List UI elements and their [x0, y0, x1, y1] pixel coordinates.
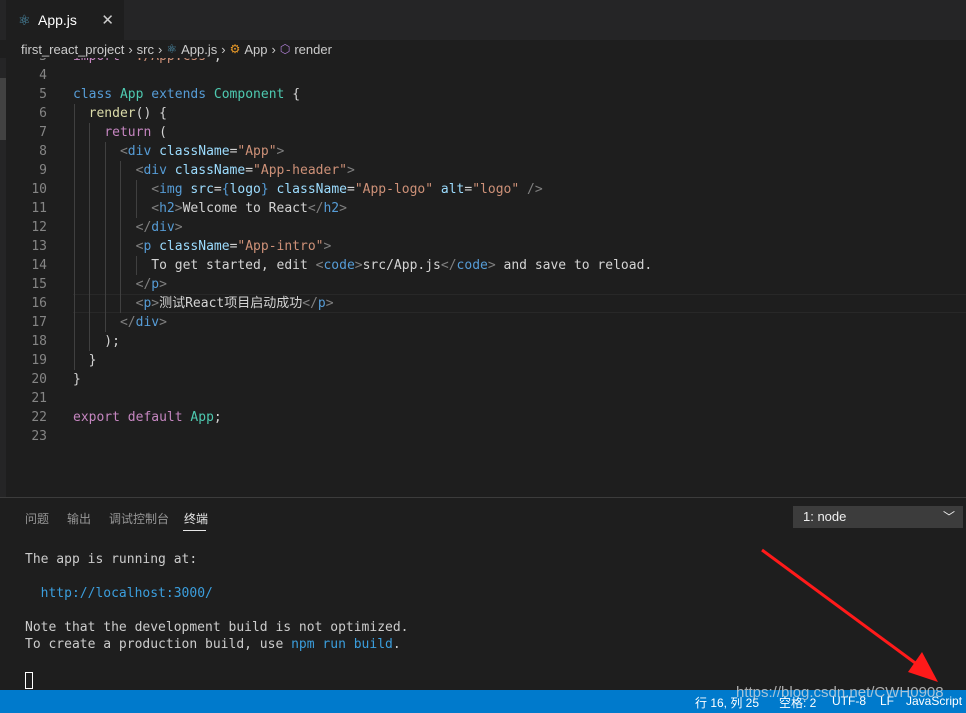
code-text: }	[73, 353, 97, 368]
code-line[interactable]: 10 <img src={logo} className="App-logo" …	[0, 180, 966, 199]
close-icon[interactable]: ✕	[101, 11, 114, 29]
line-number: 19	[31, 353, 47, 368]
tab-problems[interactable]: 问题	[25, 510, 49, 527]
code-text: class App extends Component {	[73, 87, 301, 102]
code-line[interactable]: 4	[0, 66, 966, 85]
tab-bar: ⚛ App.js ✕	[0, 0, 966, 40]
terminal-line: The app is running at:	[25, 552, 198, 567]
code-line[interactable]: 6 render() {	[0, 104, 966, 123]
breadcrumb-class[interactable]: App	[244, 42, 267, 57]
code-text: return (	[104, 125, 167, 140]
code-line[interactable]: 5 class App extends Component {	[0, 85, 966, 104]
breadcrumb: first_react_project › src › ⚛ App.js › ⚙…	[0, 40, 966, 58]
code-line[interactable]: 9 <div className="App-header">	[0, 161, 966, 180]
code-line[interactable]: 16 <p>测试React项目启动成功</p>	[0, 294, 966, 313]
code-text: }	[73, 372, 81, 387]
tab-terminal[interactable]: 终端	[184, 510, 208, 527]
terminal-line: To create a production build, use npm ru…	[25, 637, 401, 652]
chevron-right-icon: ›	[128, 41, 133, 57]
indent-guide	[74, 104, 75, 370]
chevron-down-icon: ﹀	[942, 510, 955, 524]
tab-debug-console[interactable]: 调试控制台	[109, 510, 169, 527]
breadcrumb-src[interactable]: src	[137, 42, 154, 57]
chevron-right-icon: ›	[221, 41, 226, 57]
code-line[interactable]: 19 }	[0, 351, 966, 370]
code-text: export default App;	[73, 410, 222, 425]
bottom-panel: 问题 输出 调试控制台 终端 1: node ﹀ The app is runn…	[0, 497, 966, 690]
code-line[interactable]: 11 <h2>Welcome to React</h2>	[0, 199, 966, 218]
line-number: 21	[31, 391, 47, 406]
chevron-right-icon: ›	[271, 41, 276, 57]
class-icon: ⚙	[229, 42, 241, 56]
code-line[interactable]: 17 </div>	[0, 313, 966, 332]
line-number: 13	[31, 239, 47, 254]
code-line[interactable]: 18 );	[0, 332, 966, 351]
terminal-cursor	[25, 672, 33, 689]
code-line[interactable]: 14 To get started, edit <code>src/App.js…	[0, 256, 966, 275]
indent-guide	[136, 180, 137, 218]
line-number: 14	[31, 258, 47, 273]
line-number: 10	[31, 182, 47, 197]
line-number: 5	[39, 87, 47, 102]
code-text: </div>	[119, 315, 167, 330]
line-number: 11	[31, 201, 47, 216]
code-text: <p className="App-intro">	[135, 239, 332, 254]
code-text: <img src={logo} className="App-logo" alt…	[151, 182, 543, 197]
watermark: https://blog.csdn.net/CWH0908	[736, 684, 944, 701]
breadcrumb-method[interactable]: render	[294, 42, 332, 57]
code-line[interactable]: 15 </p>	[0, 275, 966, 294]
line-number: 9	[39, 163, 47, 178]
code-line[interactable]: 21	[0, 389, 966, 408]
code-text: render() {	[88, 106, 167, 121]
line-number: 3	[0, 58, 47, 66]
code-line[interactable]: 3 import './App.css';	[0, 58, 966, 66]
active-tab-indicator	[183, 530, 206, 531]
code-text: import './App.css';	[73, 58, 222, 66]
indent-guide	[105, 142, 106, 332]
line-number: 12	[31, 220, 47, 235]
code-line[interactable]: 8 <div className="App">	[0, 142, 966, 161]
line-number: 8	[39, 144, 47, 159]
terminal-line: http://localhost:3000/	[40, 586, 213, 601]
code-editor[interactable]: 3 import './App.css'; 4 5 class App extends …	[0, 58, 966, 497]
code-line[interactable]: 12 </div>	[0, 218, 966, 237]
code-text: To get started, edit <code>src/App.js</c…	[73, 258, 653, 273]
line-number: 20	[31, 372, 47, 387]
line-number: 4	[39, 68, 47, 83]
breadcrumb-file[interactable]: App.js	[181, 42, 217, 57]
line-number: 23	[31, 429, 47, 444]
code-line[interactable]: 20}	[0, 370, 966, 389]
code-line[interactable]: 13 <p className="App-intro">	[0, 237, 966, 256]
line-number: 7	[39, 125, 47, 140]
line-number: 18	[31, 334, 47, 349]
code-text: <div className="App-header">	[135, 163, 355, 178]
code-text: );	[73, 334, 120, 349]
line-number: 22	[31, 410, 47, 425]
code-line[interactable]: 7 return (	[0, 123, 966, 142]
terminal-line: Note that the development build is not o…	[25, 620, 409, 635]
line-number: 17	[31, 315, 47, 330]
code-text: <h2>Welcome to React</h2>	[151, 201, 347, 216]
code-text: <p>测试React项目启动成功</p>	[135, 296, 334, 311]
code-line[interactable]: 22 export default App;	[0, 408, 966, 427]
tab-label: App.js	[38, 12, 77, 28]
tab-output[interactable]: 输出	[67, 510, 91, 527]
indent-guide	[120, 161, 121, 313]
tab-app-js[interactable]: ⚛ App.js ✕	[6, 0, 124, 40]
indent-guide	[89, 123, 90, 351]
indent-guide	[136, 256, 137, 275]
line-number: 6	[39, 106, 47, 121]
method-icon: ⬡	[279, 42, 291, 56]
react-icon: ⚛	[166, 42, 178, 56]
terminal-select-value: 1: node	[803, 509, 847, 524]
chevron-right-icon: ›	[158, 41, 163, 57]
terminal-select[interactable]: 1: node ﹀	[793, 506, 963, 528]
breadcrumb-project[interactable]: first_react_project	[21, 42, 124, 57]
line-number: 15	[31, 277, 47, 292]
code-line[interactable]: 23	[0, 427, 966, 446]
line-number: 16	[31, 296, 47, 311]
react-icon: ⚛	[18, 11, 31, 28]
